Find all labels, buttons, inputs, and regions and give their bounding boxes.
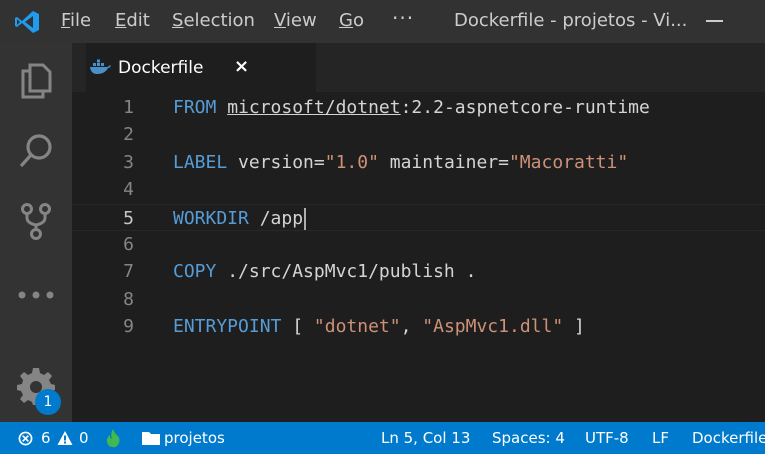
line-number: 4 bbox=[123, 179, 134, 201]
warning-count[interactable]: 0 bbox=[79, 429, 89, 447]
code-line[interactable]: 6 bbox=[72, 231, 765, 258]
code-text[interactable]: ENTRYPOINT [ "dotnet", "AspMvc1.dll" ] bbox=[173, 313, 585, 340]
code-text[interactable]: WORKDIR /app bbox=[173, 205, 307, 232]
code-text[interactable]: LABEL version="1.0" maintainer="Macoratt… bbox=[173, 149, 628, 176]
more-icon[interactable] bbox=[16, 275, 56, 315]
language-mode[interactable]: Dockerfile bbox=[692, 429, 765, 447]
code-keyword: WORKDIR bbox=[173, 207, 249, 229]
code-token: ] bbox=[563, 316, 585, 338]
docker-whale-icon bbox=[90, 59, 111, 74]
menu-file-mnemonic: F bbox=[61, 10, 71, 31]
code-token: version= bbox=[227, 151, 325, 173]
indentation[interactable]: Spaces: 4 bbox=[492, 429, 565, 447]
title-bar: File Edit Selection View Go ··· Dockerfi… bbox=[0, 0, 765, 43]
code-keyword: COPY bbox=[173, 261, 217, 283]
menu-edit[interactable]: Edit bbox=[115, 10, 150, 31]
menu-view[interactable]: View bbox=[274, 10, 317, 31]
activity-bar: 1 bbox=[0, 43, 72, 422]
menu-view-mnemonic: V bbox=[274, 10, 286, 31]
code-line[interactable]: 9 ENTRYPOINT [ "dotnet", "AspMvc1.dll" ] bbox=[72, 313, 765, 340]
search-icon[interactable] bbox=[16, 131, 56, 171]
text-cursor bbox=[304, 207, 307, 230]
line-number: 8 bbox=[123, 288, 134, 310]
menu-file-label: ile bbox=[70, 10, 92, 31]
menu-edit-label: dit bbox=[126, 10, 150, 31]
code-line[interactable]: 3 LABEL version="1.0" maintainer="Macorat… bbox=[72, 149, 765, 176]
code-keyword: LABEL bbox=[173, 151, 228, 173]
tab-label: Dockerfile bbox=[118, 58, 204, 78]
code-token: ./src/AspMvc1/publish . bbox=[216, 261, 477, 283]
code-keyword: FROM bbox=[173, 97, 217, 118]
code-text[interactable]: COPY ./src/AspMvc1/publish . bbox=[173, 258, 476, 285]
warning-icon[interactable] bbox=[57, 430, 73, 446]
tab-close-icon[interactable]: × bbox=[234, 56, 249, 77]
line-number: 2 bbox=[123, 124, 134, 146]
menu-view-label: iew bbox=[285, 10, 317, 31]
menu-selection-label: election bbox=[183, 10, 255, 31]
error-count[interactable]: 6 bbox=[41, 429, 51, 447]
line-number: 6 bbox=[123, 234, 134, 255]
line-number: 7 bbox=[123, 261, 134, 283]
source-control-icon[interactable] bbox=[16, 201, 56, 241]
vscode-logo-icon bbox=[15, 11, 39, 33]
code-line[interactable]: 1 FROM microsoft/dotnet:2.2-aspnetcore-ru… bbox=[72, 94, 765, 121]
code-token: :2.2-aspnetcore-runtime bbox=[400, 97, 650, 118]
menu-edit-mnemonic: E bbox=[115, 10, 127, 31]
menu-selection[interactable]: Selection bbox=[172, 10, 255, 31]
code-line[interactable]: 4 bbox=[72, 176, 765, 203]
window-title: Dockerfile - projetos - Vi... bbox=[454, 10, 688, 31]
code-string: "Macoratti" bbox=[508, 151, 629, 173]
code-token: /app bbox=[248, 207, 304, 229]
code-string: "dotnet" bbox=[313, 316, 401, 338]
code-line[interactable]: 8 bbox=[72, 286, 765, 313]
tab-bar: Dockerfile × bbox=[72, 43, 765, 92]
settings-badge: 1 bbox=[35, 389, 61, 415]
menu-selection-mnemonic: S bbox=[172, 10, 184, 31]
line-ending[interactable]: LF bbox=[652, 429, 669, 447]
menu-go-label: o bbox=[352, 10, 364, 31]
minimize-button[interactable] bbox=[706, 20, 723, 22]
encoding[interactable]: UTF-8 bbox=[585, 429, 629, 447]
status-bar: 6 0 projetos Ln 5, Col 13 Spaces: 4 UTF-… bbox=[0, 422, 765, 454]
code-token: microsoft/dotnet bbox=[227, 97, 401, 118]
explorer-icon[interactable] bbox=[16, 59, 56, 99]
code-keyword: ENTRYPOINT bbox=[173, 316, 282, 338]
code-token: [ bbox=[281, 316, 314, 338]
line-number: 1 bbox=[123, 97, 134, 118]
code-string: "1.0" bbox=[324, 151, 379, 173]
code-line[interactable]: 2 bbox=[72, 121, 765, 148]
code-string: "AspMvc1.dll" bbox=[422, 316, 564, 338]
menu-file[interactable]: File bbox=[61, 10, 91, 31]
menu-more-button[interactable]: ··· bbox=[392, 6, 414, 30]
menu-go[interactable]: Go bbox=[339, 10, 364, 31]
code-line[interactable]: 7 COPY ./src/AspMvc1/publish . bbox=[72, 258, 765, 285]
line-number: 5 bbox=[123, 207, 134, 229]
line-number: 9 bbox=[123, 316, 134, 338]
code-editor[interactable]: 1 FROM microsoft/dotnet:2.2-aspnetcore-ru… bbox=[72, 92, 765, 422]
code-text[interactable]: FROM microsoft/dotnet:2.2-aspnetcore-run… bbox=[173, 94, 650, 121]
code-line[interactable]: 5 WORKDIR /app bbox=[72, 203, 765, 232]
folder-icon bbox=[142, 432, 160, 445]
cursor-position[interactable]: Ln 5, Col 13 bbox=[381, 429, 470, 447]
flame-icon[interactable] bbox=[105, 428, 121, 448]
code-token: , bbox=[400, 316, 423, 338]
folder-name[interactable]: projetos bbox=[164, 429, 225, 447]
code-token: maintainer= bbox=[378, 151, 509, 173]
tab-dockerfile[interactable]: Dockerfile × bbox=[86, 43, 316, 92]
error-icon[interactable] bbox=[18, 431, 33, 446]
line-number: 3 bbox=[123, 151, 134, 173]
menu-go-mnemonic: G bbox=[339, 10, 353, 31]
